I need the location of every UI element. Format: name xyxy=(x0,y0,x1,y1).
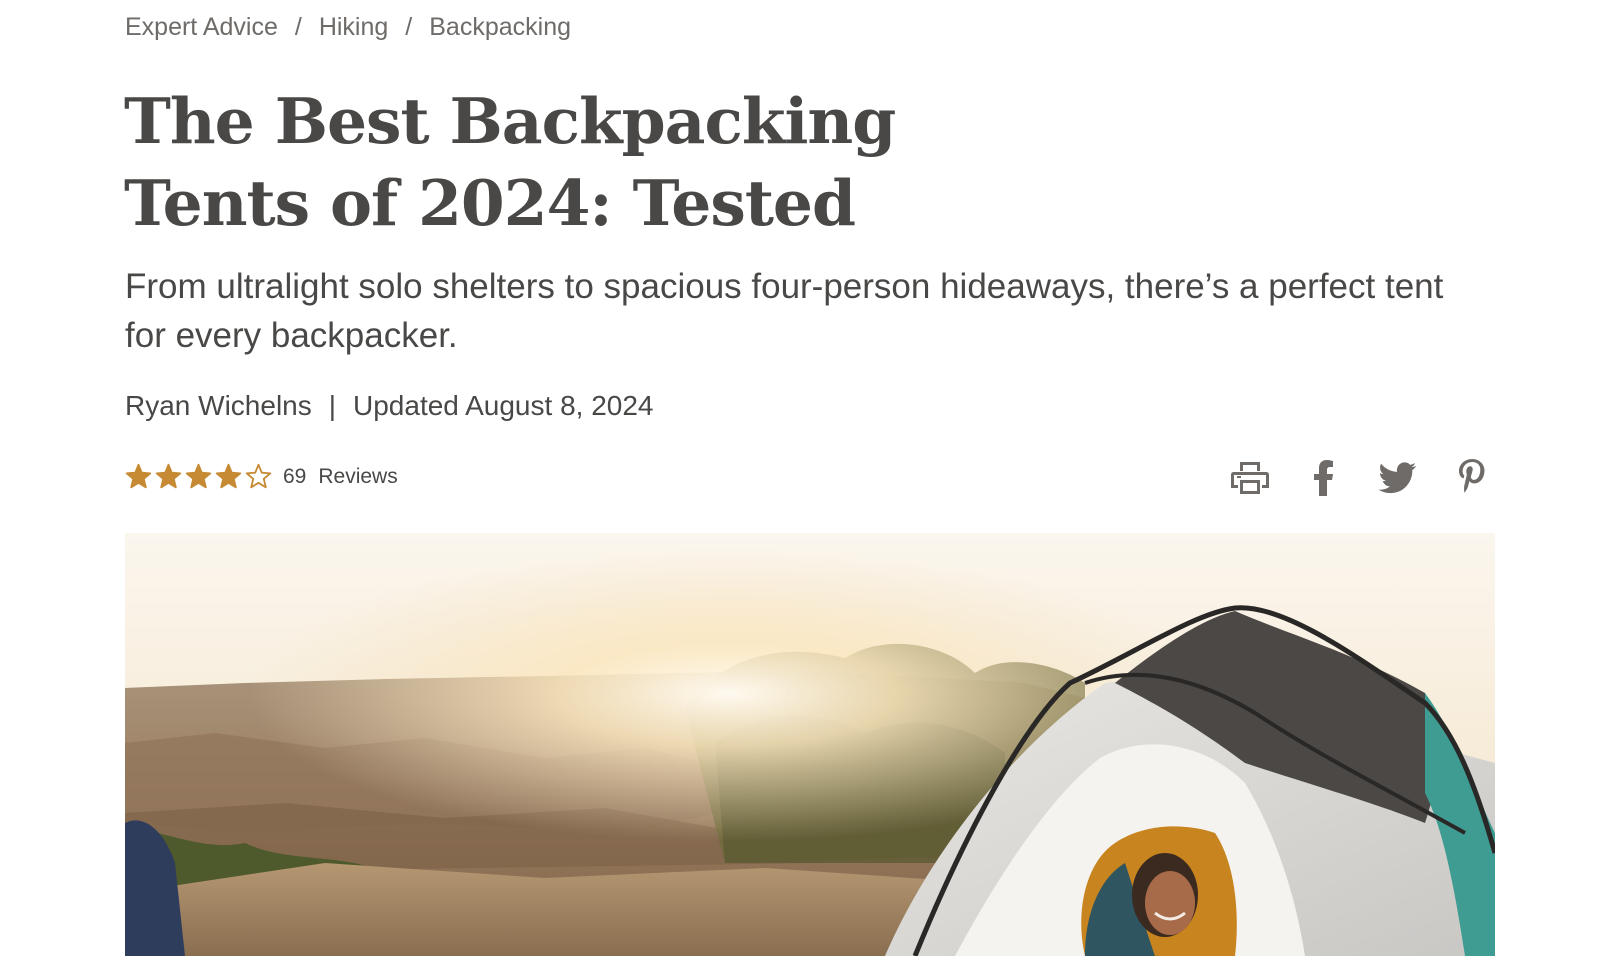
article-page: Expert Advice / Hiking / Backpacking The… xyxy=(0,0,1600,956)
printer-icon xyxy=(1231,462,1269,494)
twitter-icon xyxy=(1379,462,1417,494)
byline: Ryan Wichelns | Updated August 8, 2024 xyxy=(125,390,653,422)
star-filled-icon xyxy=(125,463,152,489)
star-empty-icon xyxy=(245,463,272,489)
author-name[interactable]: Ryan Wichelns xyxy=(125,390,312,422)
pinterest-share-button[interactable] xyxy=(1452,458,1492,498)
reviews-label[interactable]: Reviews xyxy=(318,465,397,489)
breadcrumb-hiking[interactable]: Hiking xyxy=(319,13,388,42)
article-title-line-1: The Best Backpacking xyxy=(124,84,896,158)
rating[interactable]: 69 Reviews xyxy=(125,463,398,490)
print-button[interactable] xyxy=(1230,458,1270,498)
star-rating[interactable] xyxy=(125,463,275,490)
byline-separator: | xyxy=(328,390,337,421)
breadcrumb-separator: / xyxy=(294,13,302,41)
star-filled-icon xyxy=(155,463,182,489)
hero-image xyxy=(125,533,1495,956)
hero-photo xyxy=(125,533,1495,956)
breadcrumb-backpacking[interactable]: Backpacking xyxy=(429,13,571,42)
star-filled-icon xyxy=(215,463,242,489)
breadcrumb-expert-advice[interactable]: Expert Advice xyxy=(125,13,278,42)
share-toolbar xyxy=(1230,458,1492,498)
updated-date: Updated August 8, 2024 xyxy=(353,390,654,421)
breadcrumb-separator: / xyxy=(405,13,413,41)
article-subtitle: From ultralight solo shelters to spaciou… xyxy=(125,267,1444,355)
pinterest-icon xyxy=(1459,459,1485,493)
facebook-icon xyxy=(1314,460,1333,496)
article-title: The Best Backpacking Tents of 2024: Test… xyxy=(124,80,1024,244)
twitter-share-button[interactable] xyxy=(1378,458,1418,498)
article-title-line-2: Tents of 2024: Tested xyxy=(124,166,856,240)
facebook-share-button[interactable] xyxy=(1304,458,1344,498)
star-filled-icon xyxy=(185,463,212,489)
breadcrumb: Expert Advice / Hiking / Backpacking xyxy=(125,13,571,42)
review-count: 69 xyxy=(283,464,307,488)
